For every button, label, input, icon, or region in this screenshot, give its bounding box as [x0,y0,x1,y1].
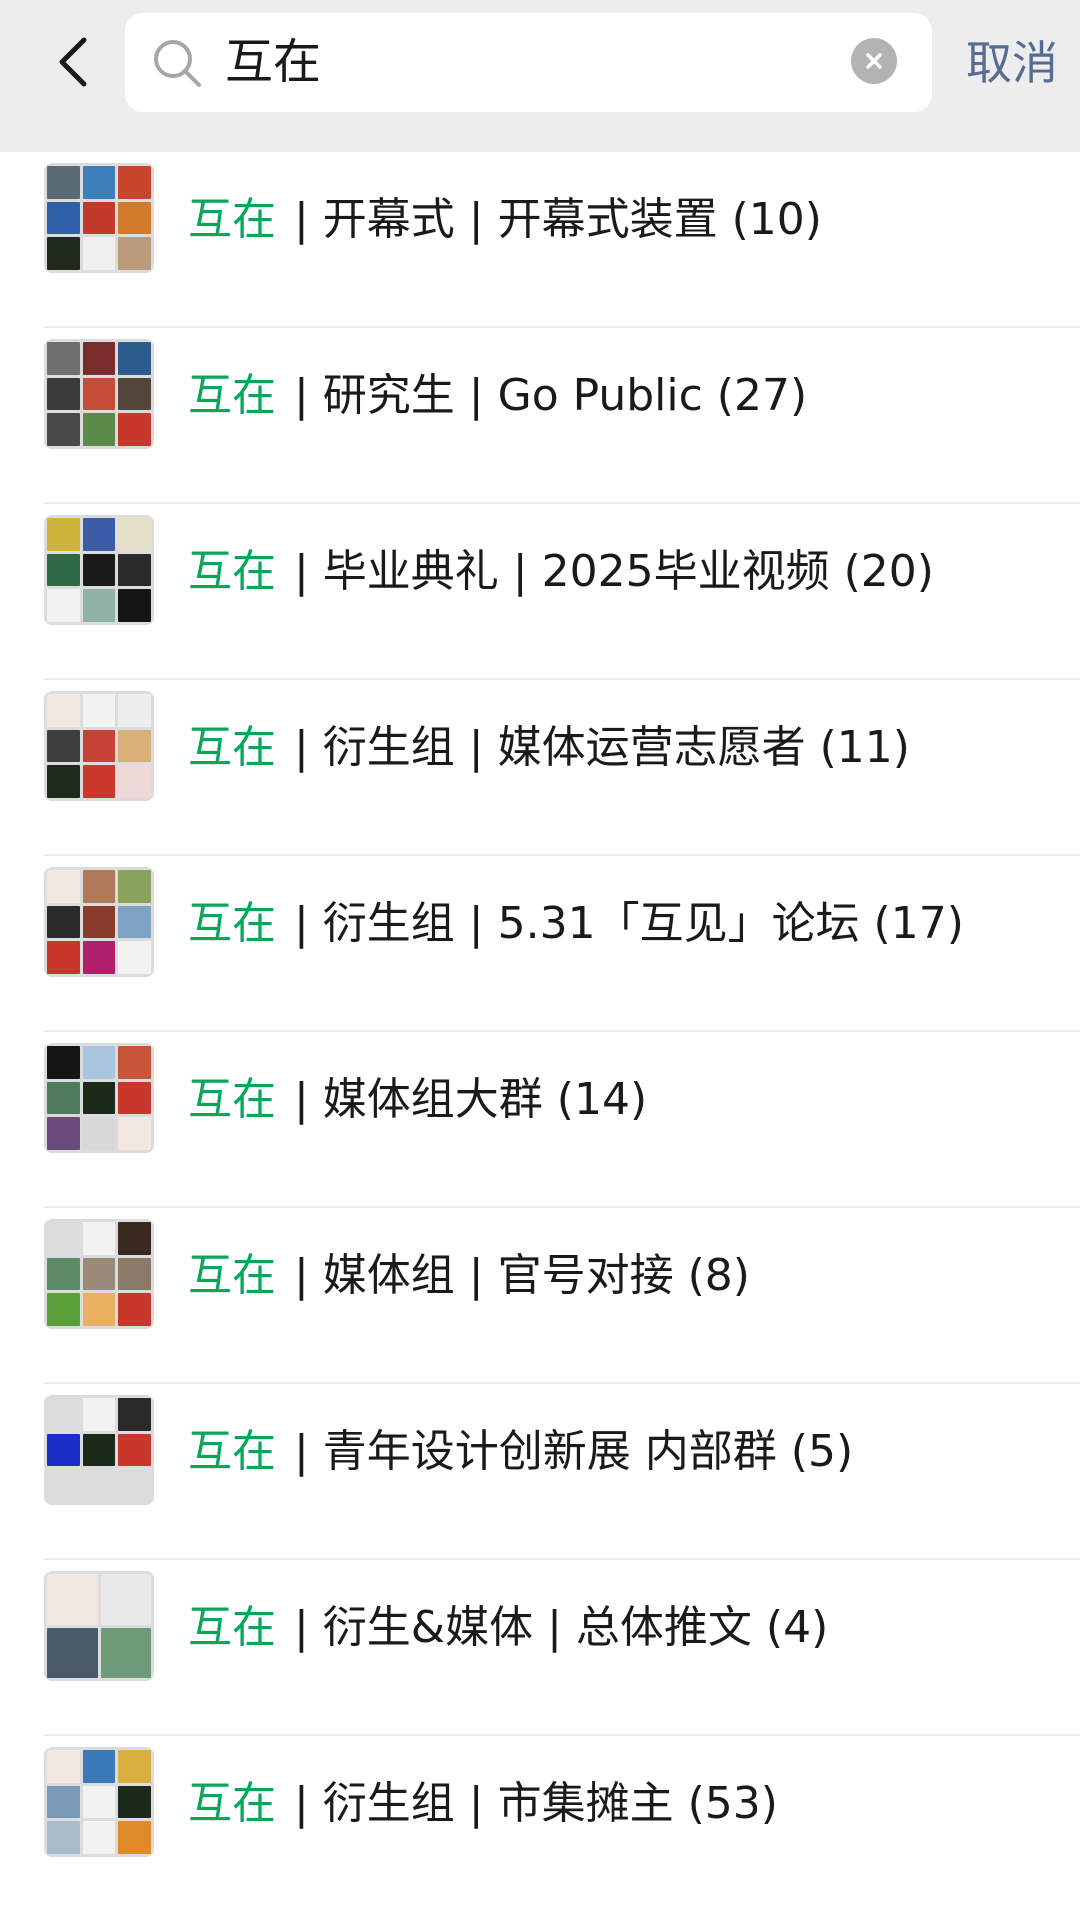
group-avatar [44,867,154,977]
group-name: 互在 | 毕业典礼 | 2025毕业视频 (20) [188,542,934,602]
clear-search-button[interactable] [851,38,897,84]
group-avatar [44,691,154,801]
keyword-highlight: 互在 [188,1778,276,1829]
group-chat-item[interactable]: 互在 | 毕业典礼 | 2025毕业视频 (20) [0,504,1080,680]
group-name: 互在 | 媒体组大群 (14) [188,1070,647,1130]
group-chat-item[interactable]: 互在 | 青年设计创新展 内部群 (5) [0,1384,1080,1560]
search-query[interactable]: 互在 [225,13,321,112]
group-chat-item[interactable]: 互在 | 媒体组 | 官号对接 (8) [0,1208,1080,1384]
group-chat-item[interactable]: 互在 | 开幕式 | 开幕式装置 (10) [0,152,1080,328]
group-name-rest: | 衍生组 | 媒体运营志愿者 (11) [294,722,910,773]
keyword-highlight: 互在 [188,1602,276,1653]
group-name: 互在 | 开幕式 | 开幕式装置 (10) [188,190,822,250]
group-avatar [44,1747,154,1857]
keyword-highlight: 互在 [188,370,276,421]
group-chat-item[interactable]: 互在 | 研究生 | Go Public (27) [0,328,1080,504]
keyword-highlight: 互在 [188,1250,276,1301]
group-avatar [44,163,154,273]
group-avatar [44,1571,154,1681]
group-chat-item[interactable]: 互在 | 衍生组 | 市集摊主 (53) [0,1736,1080,1912]
group-name: 互在 | 研究生 | Go Public (27) [188,366,807,426]
group-avatar [44,1395,154,1505]
group-name-rest: | 媒体组 | 官号对接 (8) [294,1250,750,1301]
search-icon [154,40,201,87]
group-name-rest: | 衍生组 | 5.31「互见」论坛 (17) [294,898,964,949]
group-name: 互在 | 衍生组 | 5.31「互见」论坛 (17) [188,894,964,954]
group-name: 互在 | 青年设计创新展 内部群 (5) [188,1422,853,1482]
back-button[interactable] [38,26,110,98]
group-chat-item[interactable]: 互在 | 衍生&媒体 | 总体推文 (4) [0,1560,1080,1736]
group-name: 互在 | 衍生组 | 媒体运营志愿者 (11) [188,718,910,778]
keyword-highlight: 互在 [188,1074,276,1125]
group-name-rest: | 毕业典礼 | 2025毕业视频 (20) [294,546,934,597]
keyword-highlight: 互在 [188,898,276,949]
chevron-left-icon [59,37,87,87]
group-name-rest: | 衍生组 | 市集摊主 (53) [294,1778,778,1829]
group-name-rest: | 青年设计创新展 内部群 (5) [294,1426,854,1477]
group-name-rest: | 开幕式 | 开幕式装置 (10) [294,194,822,245]
group-name-rest: | 媒体组大群 (14) [294,1074,648,1125]
group-name: 互在 | 衍生组 | 市集摊主 (53) [188,1774,778,1834]
search-results-list: 互在 | 开幕式 | 开幕式装置 (10) 互在 | 研究生 | Go Public… [0,152,1080,1912]
group-chat-item[interactable]: 互在 | 衍生组 | 媒体运营志愿者 (11) [0,680,1080,856]
group-name-rest: | 研究生 | Go Public (27) [294,370,808,421]
group-avatar [44,515,154,625]
group-chat-item[interactable]: 互在 | 媒体组大群 (14) [0,1032,1080,1208]
search-header: 互在 取消 [0,0,1080,152]
group-name: 互在 | 媒体组 | 官号对接 (8) [188,1246,750,1306]
group-avatar [44,1043,154,1153]
close-icon [866,53,882,69]
group-avatar [44,339,154,449]
group-name-rest: | 衍生&媒体 | 总体推文 (4) [294,1602,829,1653]
keyword-highlight: 互在 [188,194,276,245]
group-avatar [44,1219,154,1329]
search-input[interactable]: 互在 [125,13,932,112]
keyword-highlight: 互在 [188,722,276,773]
keyword-highlight: 互在 [188,546,276,597]
keyword-highlight: 互在 [188,1426,276,1477]
group-chat-item[interactable]: 互在 | 衍生组 | 5.31「互见」论坛 (17) [0,856,1080,1032]
group-name: 互在 | 衍生&媒体 | 总体推文 (4) [188,1598,828,1658]
cancel-button[interactable]: 取消 [966,25,1058,101]
